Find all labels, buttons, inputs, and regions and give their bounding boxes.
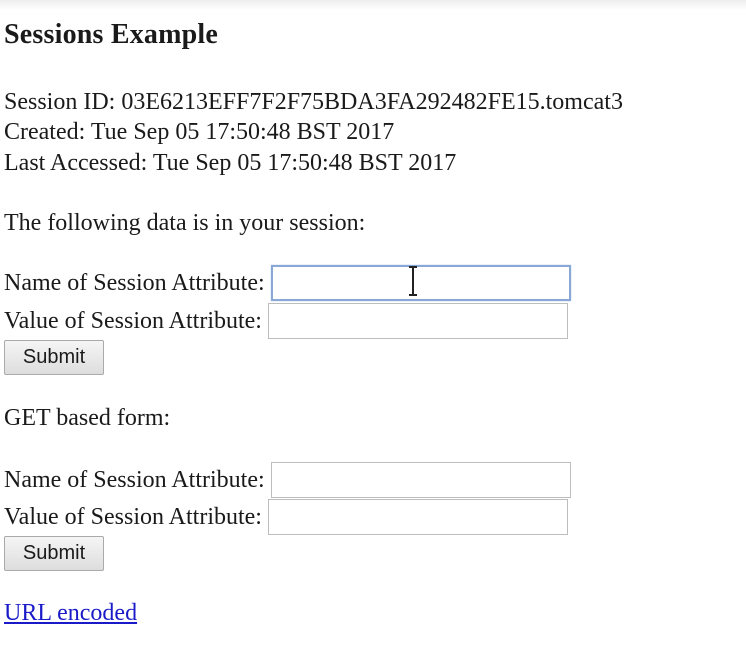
browser-top-shadow (0, 0, 746, 10)
get-name-label: Name of Session Attribute: (4, 466, 265, 493)
page-title: Sessions Example (4, 19, 219, 50)
post-name-row: Name of Session Attribute: (4, 265, 571, 301)
session-id-text: Session ID: 03E6213EFF7F2F75BDA3FA292482… (4, 89, 623, 115)
get-submit-button[interactable]: Submit (4, 536, 104, 571)
get-name-row: Name of Session Attribute: (4, 462, 571, 498)
get-value-row: Value of Session Attribute: (4, 499, 568, 535)
post-name-label: Name of Session Attribute: (4, 269, 265, 296)
session-created-text: Created: Tue Sep 05 17:50:48 BST 2017 (4, 119, 395, 145)
get-value-label: Value of Session Attribute: (4, 503, 262, 530)
session-data-intro: The following data is in your session: (4, 210, 366, 236)
post-value-label: Value of Session Attribute: (4, 307, 262, 334)
get-attribute-value-input[interactable] (267, 499, 568, 535)
post-submit-button[interactable]: Submit (4, 340, 104, 375)
post-attribute-name-input[interactable] (270, 265, 571, 301)
get-attribute-name-input[interactable] (270, 462, 571, 498)
session-last-accessed-text: Last Accessed: Tue Sep 05 17:50:48 BST 2… (4, 150, 457, 176)
get-form-heading: GET based form: (4, 405, 171, 431)
post-attribute-value-input[interactable] (267, 303, 568, 339)
post-value-row: Value of Session Attribute: (4, 303, 568, 339)
url-encoded-link[interactable]: URL encoded (4, 600, 137, 627)
